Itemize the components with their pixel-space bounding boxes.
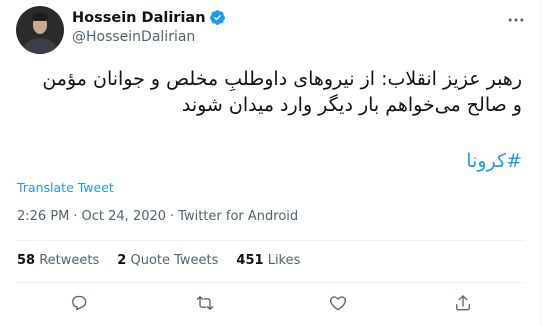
meta-separator: · <box>73 209 78 224</box>
author-handle[interactable]: @HosseinDalirian <box>72 29 226 45</box>
tweet-meta: 2:26 PM · Oct 24, 2020 · Twitter for And… <box>17 209 298 224</box>
tweet-text-line-2: و صالح می‌خواهم بار دیگر وارد میدان شوند <box>181 94 522 116</box>
divider <box>16 282 526 283</box>
retweets-stat[interactable]: 58 Retweets <box>17 253 99 268</box>
meta-separator: · <box>170 209 175 224</box>
tweet-header: Hossein Dalirian @HosseinDalirian <box>16 6 226 54</box>
divider <box>16 240 526 241</box>
verified-badge-icon <box>209 9 226 26</box>
likes-label: Likes <box>267 253 301 268</box>
more-options-icon[interactable] <box>504 10 528 30</box>
quotes-label: Quote Tweets <box>130 253 219 268</box>
quotes-count: 2 <box>117 253 127 268</box>
share-icon[interactable] <box>451 291 475 315</box>
tweet-text: رهبر عزیز انقلاب: از نیروهای داوطلبِ مخل… <box>16 66 522 118</box>
likes-count: 451 <box>236 253 264 268</box>
author-display-name[interactable]: Hossein Dalirian <box>72 10 206 26</box>
quotes-stat[interactable]: 2 Quote Tweets <box>117 253 218 268</box>
tweet-stats: 58 Retweets 2 Quote Tweets 451 Likes <box>17 253 318 268</box>
retweets-count: 58 <box>17 253 36 268</box>
tweet-text-line-1: رهبر عزیز انقلاب: از نیروهای داوطلبِ مخل… <box>42 68 522 90</box>
tweet-date[interactable]: Oct 24, 2020 <box>82 209 167 224</box>
tweet-actions <box>0 291 542 315</box>
likes-stat[interactable]: 451 Likes <box>236 253 300 268</box>
tweet-detail: Hossein Dalirian @HosseinDalirian رهبر ع… <box>0 0 542 326</box>
avatar[interactable] <box>16 6 64 54</box>
hashtag-link[interactable]: #کرونا <box>466 150 522 172</box>
heart-icon[interactable] <box>326 291 350 315</box>
tweet-time[interactable]: 2:26 PM <box>17 209 69 224</box>
retweet-icon[interactable] <box>193 291 217 315</box>
tweet-source[interactable]: Twitter for Android <box>178 209 298 224</box>
retweets-label: Retweets <box>39 253 100 268</box>
translate-tweet-link[interactable]: Translate Tweet <box>17 180 114 195</box>
name-row: Hossein Dalirian <box>72 9 226 26</box>
reply-icon[interactable] <box>67 291 91 315</box>
author-names: Hossein Dalirian @HosseinDalirian <box>72 9 226 45</box>
